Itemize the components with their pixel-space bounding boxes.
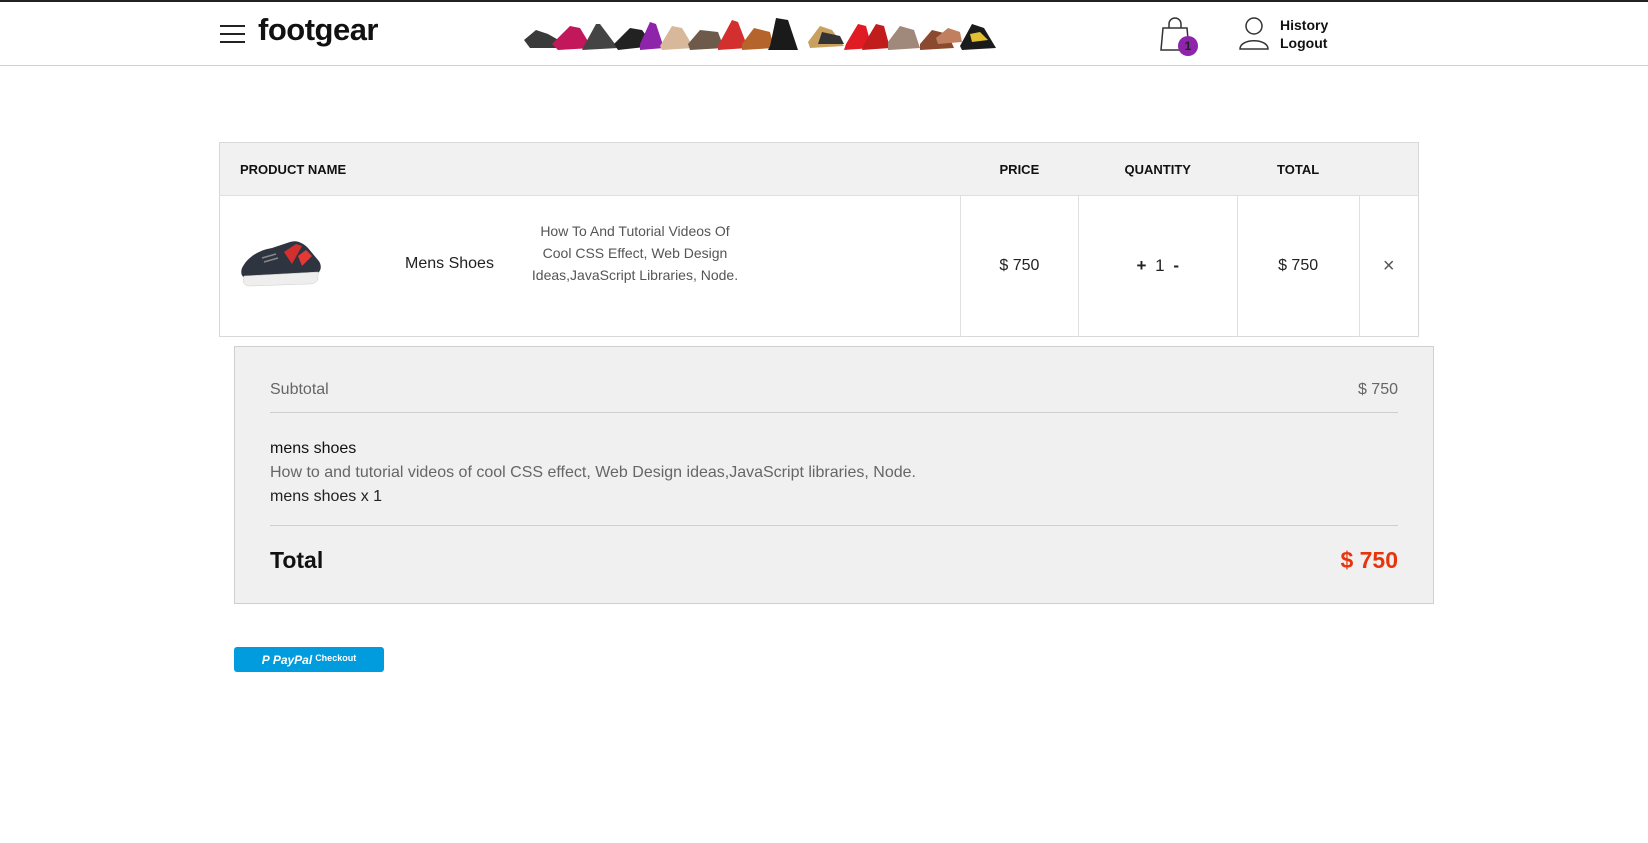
quantity-decrease-button[interactable]: - — [1169, 256, 1183, 275]
product-image[interactable] — [238, 234, 324, 292]
product-line-total: $ 750 — [1236, 195, 1360, 337]
column-header-quantity: QUANTITY — [1078, 142, 1238, 196]
quantity-stepper: + 1 - — [1077, 195, 1238, 337]
summary-item: mens shoes How to and tutorial videos of… — [270, 437, 1398, 509]
total-label: Total — [270, 547, 324, 573]
column-header-remove — [1359, 142, 1419, 196]
product-price: $ 750 — [959, 195, 1079, 337]
paypal-checkout-button[interactable]: P PayPal Checkout — [234, 647, 384, 672]
summary-item-description: How to and tutorial videos of cool CSS e… — [270, 464, 916, 481]
shopping-bag-icon[interactable]: 1 — [1160, 16, 1198, 56]
total-row: Total $ 750 — [270, 547, 1398, 574]
subtotal-label: Subtotal — [270, 381, 329, 398]
column-header-total: TOTAL — [1237, 142, 1360, 196]
user-icon[interactable] — [1238, 16, 1270, 50]
column-header-price: PRICE — [960, 142, 1079, 196]
cart-count-badge: 1 — [1178, 36, 1198, 56]
product-description: How To And Tutorial Videos Of Cool CSS E… — [531, 223, 739, 283]
remove-item-icon[interactable]: × — [1383, 255, 1395, 277]
site-logo[interactable]: footgear — [258, 12, 379, 48]
paypal-brand: PayPal — [272, 652, 313, 667]
cart-table: PRODUCT NAME PRICE QUANTITY TOTAL Mens S… — [219, 142, 1419, 337]
hamburger-menu-icon[interactable] — [220, 25, 245, 45]
summary-item-quantity: mens shoes x 1 — [270, 488, 383, 505]
history-link[interactable]: History — [1280, 16, 1328, 34]
cart-row: Mens Shoes How To And Tutorial Videos Of… — [220, 195, 1419, 337]
order-summary: Subtotal $ 750 mens shoes How to and tut… — [234, 346, 1434, 604]
summary-item-name: mens shoes — [270, 440, 357, 457]
paypal-icon: P — [261, 652, 270, 667]
subtotal-value: $ 750 — [1357, 381, 1398, 398]
divider — [270, 525, 1398, 526]
subtotal-row: Subtotal $ 750 — [270, 381, 1398, 399]
cart-table-header: PRODUCT NAME PRICE QUANTITY TOTAL — [219, 142, 1419, 196]
remove-cell: × — [1358, 195, 1419, 337]
divider — [270, 412, 1398, 413]
product-cell: Mens Shoes How To And Tutorial Videos Of… — [220, 196, 961, 337]
quantity-value: 1 — [1155, 256, 1165, 275]
column-header-product: PRODUCT NAME — [219, 142, 961, 196]
logout-link[interactable]: Logout — [1280, 34, 1328, 52]
total-value: $ 750 — [1340, 547, 1398, 573]
paypal-checkout-label: Checkout — [315, 652, 357, 663]
site-header: footgear 1 History Logout — [0, 2, 1648, 66]
shoes-banner-image — [524, 18, 996, 50]
product-name[interactable]: Mens Shoes — [405, 255, 494, 273]
quantity-increase-button[interactable]: + — [1132, 256, 1150, 275]
account-links: History Logout — [1280, 16, 1328, 52]
